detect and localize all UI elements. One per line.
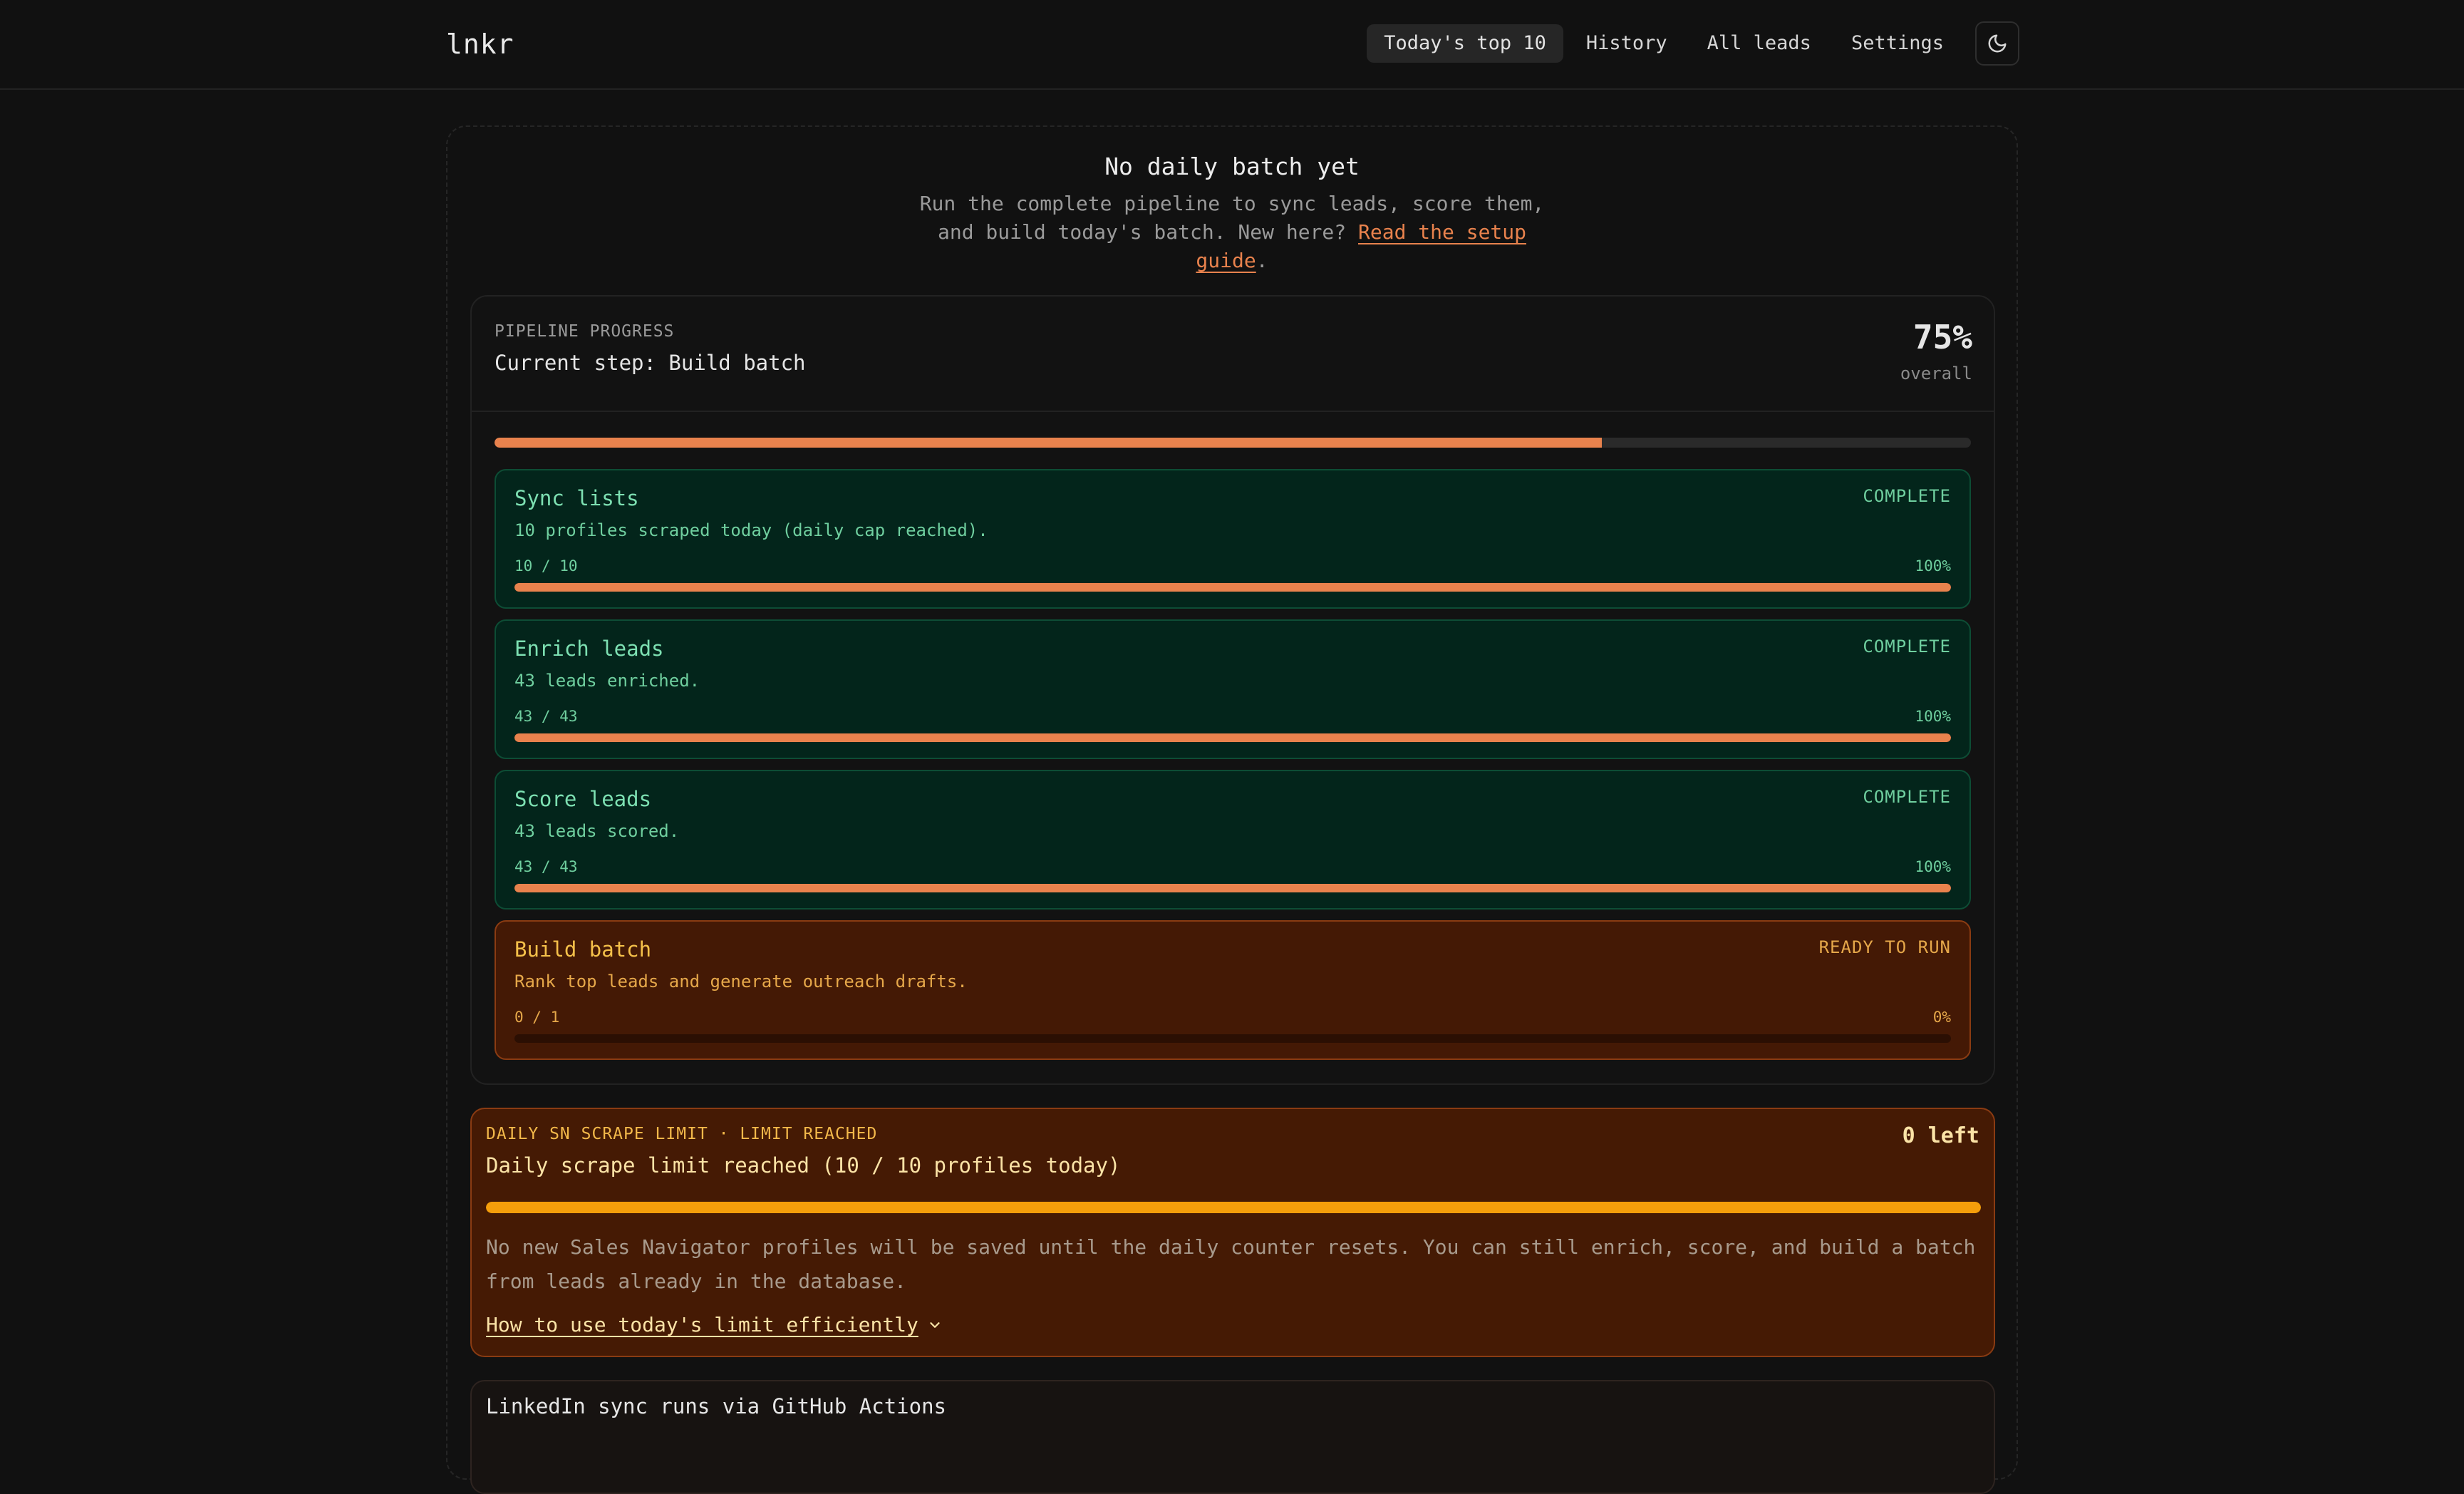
step-build-batch: Build batch READY TO RUN Rank top leads … [495, 920, 1971, 1060]
step-count: 43 / 43 [514, 858, 578, 875]
github-actions-card: LinkedIn sync runs via GitHub Actions [470, 1380, 1995, 1494]
empty-state-title: No daily batch yet [1104, 153, 1360, 180]
limit-howto-label: How to use today's limit efficiently [486, 1313, 918, 1336]
step-percent: 100% [1915, 708, 1951, 725]
step-percent: 100% [1915, 858, 1951, 875]
limit-description-line-2: from leads already in the database. [486, 1269, 907, 1293]
empty-state-text: Run the complete pipeline to sync leads,… [447, 190, 2017, 275]
step-sync-lists: Sync lists COMPLETE 10 profiles scraped … [495, 469, 1971, 609]
limit-progress-fill [486, 1202, 1981, 1213]
step-description: Rank top leads and generate outreach dra… [514, 972, 968, 991]
step-status-badge: READY TO RUN [1818, 937, 1951, 957]
step-description: 43 leads enriched. [514, 671, 700, 691]
step-progress-bar [514, 1034, 1951, 1043]
current-step: Current step: Build batch [495, 351, 806, 375]
step-progress-fill [514, 583, 1951, 592]
top-bar: lnkr Today's top 10 History All leads Se… [0, 0, 2464, 90]
step-progress-bar [514, 733, 1951, 742]
empty-state-line-2: and build today's batch. New here? Read … [447, 218, 2017, 247]
step-status-badge: COMPLETE [1863, 637, 1951, 656]
step-title: Score leads [514, 787, 652, 811]
step-title: Enrich leads [514, 637, 664, 661]
step-count: 10 / 10 [514, 557, 578, 575]
step-progress-fill [514, 733, 1951, 742]
nav-todays-top-10[interactable]: Today's top 10 [1367, 24, 1563, 63]
nav-all-leads[interactable]: All leads [1690, 24, 1828, 63]
daily-scrape-limit-card: DAILY SN SCRAPE LIMIT · LIMIT REACHED 0 … [470, 1108, 1995, 1357]
limit-progress-bar [486, 1202, 1981, 1213]
step-enrich-leads: Enrich leads COMPLETE 43 leads enriched.… [495, 619, 1971, 759]
nav-history[interactable]: History [1569, 24, 1684, 63]
pipeline-progress-card: PIPELINE PROGRESS Current step: Build ba… [470, 295, 1995, 1085]
empty-state-line-1: Run the complete pipeline to sync leads,… [919, 192, 1545, 215]
main-nav: Today's top 10 History All leads Setting… [1367, 21, 2019, 66]
divider [472, 411, 1994, 412]
theme-toggle-button[interactable] [1975, 21, 2019, 66]
limit-label: DAILY SN SCRAPE LIMIT · LIMIT REACHED [486, 1125, 878, 1143]
chevron-down-icon [930, 1322, 940, 1328]
link-suffix: . [1256, 249, 1268, 272]
step-title: Build batch [514, 937, 652, 962]
overall-progress-fill [495, 438, 1602, 448]
step-percent: 0% [1932, 1009, 1951, 1026]
step-count: 43 / 43 [514, 708, 578, 725]
step-count: 0 / 1 [514, 1009, 560, 1026]
moon-icon [1988, 34, 2007, 53]
app-logo[interactable]: lnkr [446, 29, 514, 60]
step-description: 10 profiles scraped today (daily cap rea… [514, 520, 988, 540]
step-progress-bar [514, 583, 1951, 592]
overall-progress-bar [495, 438, 1971, 448]
nav-settings[interactable]: Settings [1834, 24, 1961, 63]
step-status-badge: COMPLETE [1863, 787, 1951, 807]
overall-percent: 75% [1912, 318, 1972, 356]
pipeline-progress-label: PIPELINE PROGRESS [495, 322, 675, 341]
step-description: 43 leads scored. [514, 821, 680, 841]
overall-label: overall [1900, 364, 1972, 383]
limit-howto-toggle[interactable]: How to use today's limit efficiently [486, 1313, 943, 1336]
step-progress-bar [514, 884, 1951, 892]
step-percent: 100% [1915, 557, 1951, 575]
limit-description-line-1: No new Sales Navigator profiles will be … [486, 1235, 1976, 1259]
setup-guide-link-part-2[interactable]: guide [1196, 249, 1256, 272]
setup-guide-link-part-1[interactable]: Read the setup [1358, 220, 1526, 244]
limit-description: No new Sales Navigator profiles will be … [486, 1230, 1982, 1299]
main-container: No daily batch yet Run the complete pipe… [446, 125, 2018, 1494]
step-progress-fill [514, 884, 1951, 892]
github-actions-title: LinkedIn sync runs via GitHub Actions [486, 1394, 947, 1418]
limit-title: Daily scrape limit reached (10 / 10 prof… [486, 1153, 1121, 1178]
empty-state-line-2-text: and build today's batch. New here? [937, 220, 1347, 244]
limit-remaining: 0 left [1902, 1123, 1979, 1148]
empty-state-line-3: guide. [447, 247, 2017, 275]
step-status-badge: COMPLETE [1863, 486, 1951, 506]
step-score-leads: Score leads COMPLETE 43 leads scored. 43… [495, 770, 1971, 910]
step-title: Sync lists [514, 486, 639, 510]
